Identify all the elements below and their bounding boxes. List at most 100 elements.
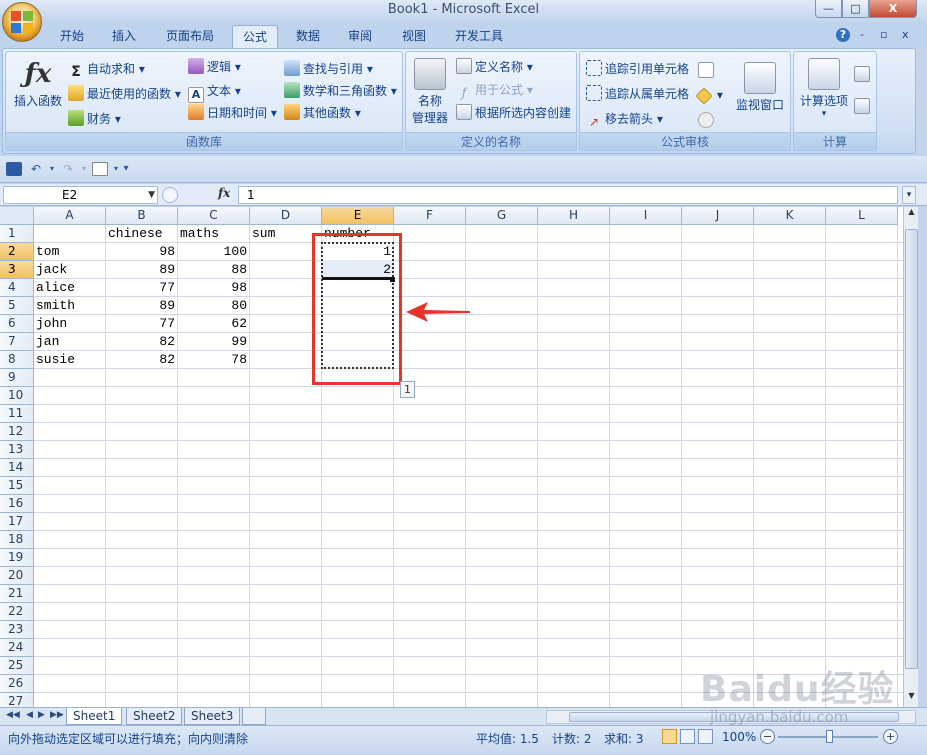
sheet-tab-1[interactable]: Sheet1: [66, 708, 123, 725]
scroll-down-icon[interactable]: ▼: [905, 691, 918, 705]
minimize-button[interactable]: —: [815, 0, 842, 18]
autosum-button[interactable]: Σ 自动求和 ▾: [68, 60, 145, 80]
cell-name[interactable]: jack: [34, 261, 106, 279]
tab-view[interactable]: 视图: [394, 25, 434, 48]
page-break-view-icon[interactable]: [698, 729, 713, 744]
cell-maths[interactable]: 88: [178, 261, 249, 279]
row-header-10[interactable]: 10: [0, 387, 34, 405]
row-header-2[interactable]: 2: [0, 243, 34, 261]
row-header-22[interactable]: 22: [0, 603, 34, 621]
create-from-selection-button[interactable]: 根据所选内容创建: [456, 104, 571, 121]
row-header-16[interactable]: 16: [0, 495, 34, 513]
save-icon[interactable]: [6, 162, 22, 176]
lookup-reference-button[interactable]: 查找与引用 ▾: [284, 60, 373, 77]
sheet-tab-3[interactable]: Sheet3: [184, 708, 241, 725]
tab-developer[interactable]: 开发工具: [446, 25, 512, 48]
row-header-24[interactable]: 24: [0, 639, 34, 657]
cell-name[interactable]: jan: [34, 333, 106, 351]
row-header-5[interactable]: 5: [0, 297, 34, 315]
row-header-17[interactable]: 17: [0, 513, 34, 531]
define-name-button[interactable]: 定义名称 ▾: [456, 58, 533, 75]
cell-maths[interactable]: 62: [178, 315, 249, 333]
expand-formula-bar-icon[interactable]: ▾: [902, 186, 916, 204]
cell-maths[interactable]: 78: [178, 351, 249, 369]
next-sheet-icon[interactable]: ▶: [38, 710, 45, 720]
math-trig-button[interactable]: 数学和三角函数 ▾: [284, 82, 397, 99]
zoom-slider-thumb[interactable]: [826, 730, 833, 743]
more-functions-button[interactable]: 其他函数 ▾: [284, 104, 361, 121]
datetime-button[interactable]: 日期和时间 ▾: [188, 104, 277, 121]
trace-precedents-button[interactable]: 追踪引用单元格: [586, 60, 689, 77]
sheet-tab-2[interactable]: Sheet2: [126, 708, 183, 725]
column-header-e[interactable]: E: [322, 207, 394, 225]
row-header-3[interactable]: 3: [0, 261, 34, 279]
cell-chinese[interactable]: 98: [106, 243, 177, 261]
calculation-options-button[interactable]: 计算选项 ▾: [796, 58, 852, 119]
select-all-corner[interactable]: [0, 207, 34, 225]
calculate-now-button[interactable]: [854, 66, 873, 82]
row-header-25[interactable]: 25: [0, 657, 34, 675]
maximize-button[interactable]: □: [842, 0, 869, 18]
column-header-k[interactable]: K: [754, 207, 826, 225]
undo-dropdown-icon[interactable]: ▾: [44, 162, 60, 176]
name-box-dropdown-icon[interactable]: ▼: [148, 187, 155, 203]
formula-input[interactable]: 1: [238, 186, 898, 204]
ribbon-close-button[interactable]: x: [902, 28, 909, 41]
name-box[interactable]: E2 ▼: [3, 186, 158, 204]
cell-chinese[interactable]: 82: [106, 333, 177, 351]
column-header-a[interactable]: A: [34, 207, 106, 225]
customize-qat-icon[interactable]: ▾: [118, 162, 134, 176]
watch-window-button[interactable]: 监视窗口: [732, 62, 788, 113]
row-header-26[interactable]: 26: [0, 675, 34, 693]
cell-chinese[interactable]: 77: [106, 279, 177, 297]
prev-sheet-icon[interactable]: ◀: [26, 710, 33, 720]
recent-functions-button[interactable]: 最近使用的函数 ▾: [68, 85, 181, 102]
horizontal-scrollbar[interactable]: [546, 710, 916, 724]
row-header-19[interactable]: 19: [0, 549, 34, 567]
worksheet-grid[interactable]: A B C D E F G H I J K L 1 2 3 4 5 6 7 8 9 10 11 12 13 14 15 16 17 18 1…: [0, 207, 903, 707]
tab-formulas[interactable]: 公式: [232, 25, 278, 48]
row-header-13[interactable]: 13: [0, 441, 34, 459]
text-button[interactable]: A 文本 ▾: [188, 82, 241, 103]
zoom-level[interactable]: 100%: [722, 730, 756, 744]
row-header-9[interactable]: 9: [0, 369, 34, 387]
row-header-6[interactable]: 6: [0, 315, 34, 333]
column-header-i[interactable]: I: [610, 207, 682, 225]
row-header-20[interactable]: 20: [0, 567, 34, 585]
row-header-23[interactable]: 23: [0, 621, 34, 639]
column-header-c[interactable]: C: [178, 207, 250, 225]
cell-maths[interactable]: 99: [178, 333, 249, 351]
row-header-27[interactable]: 27: [0, 693, 34, 707]
column-header-b[interactable]: B: [106, 207, 178, 225]
cell-name[interactable]: smith: [34, 297, 106, 315]
cell-name[interactable]: susie: [34, 351, 106, 369]
row-header-7[interactable]: 7: [0, 333, 34, 351]
normal-view-icon[interactable]: [662, 729, 677, 744]
print-preview-icon[interactable]: [92, 162, 108, 176]
tab-page-layout[interactable]: 页面布局: [158, 25, 222, 48]
tab-data[interactable]: 数据: [288, 25, 328, 48]
ribbon-restore-button[interactable]: ▫: [880, 28, 887, 41]
error-checking-button[interactable]: ▾: [695, 87, 723, 105]
name-manager-button[interactable]: 名称 管理器: [408, 58, 452, 126]
cell-chinese[interactable]: 82: [106, 351, 177, 369]
cell-maths[interactable]: 98: [178, 279, 249, 297]
ribbon-minimize-button[interactable]: -: [860, 28, 864, 41]
vertical-scroll-thumb[interactable]: [905, 229, 918, 669]
redo-dropdown-icon[interactable]: ▾: [76, 162, 92, 176]
row-header-14[interactable]: 14: [0, 459, 34, 477]
page-layout-view-icon[interactable]: [680, 729, 695, 744]
cell-maths[interactable]: 80: [178, 297, 249, 315]
help-icon[interactable]: ?: [836, 28, 850, 42]
remove-arrows-button[interactable]: ↗ 移去箭头 ▾: [586, 110, 663, 131]
row-header-1[interactable]: 1: [0, 225, 34, 243]
column-header-g[interactable]: G: [466, 207, 538, 225]
cell-maths[interactable]: 100: [178, 243, 249, 261]
row-header-11[interactable]: 11: [0, 405, 34, 423]
horizontal-scroll-thumb[interactable]: [569, 712, 899, 722]
evaluate-formula-button[interactable]: [698, 112, 717, 128]
cell-name[interactable]: tom: [34, 243, 106, 261]
last-sheet-icon[interactable]: ▶▶: [50, 710, 64, 720]
row-header-18[interactable]: 18: [0, 531, 34, 549]
zoom-in-icon[interactable]: +: [883, 729, 898, 744]
